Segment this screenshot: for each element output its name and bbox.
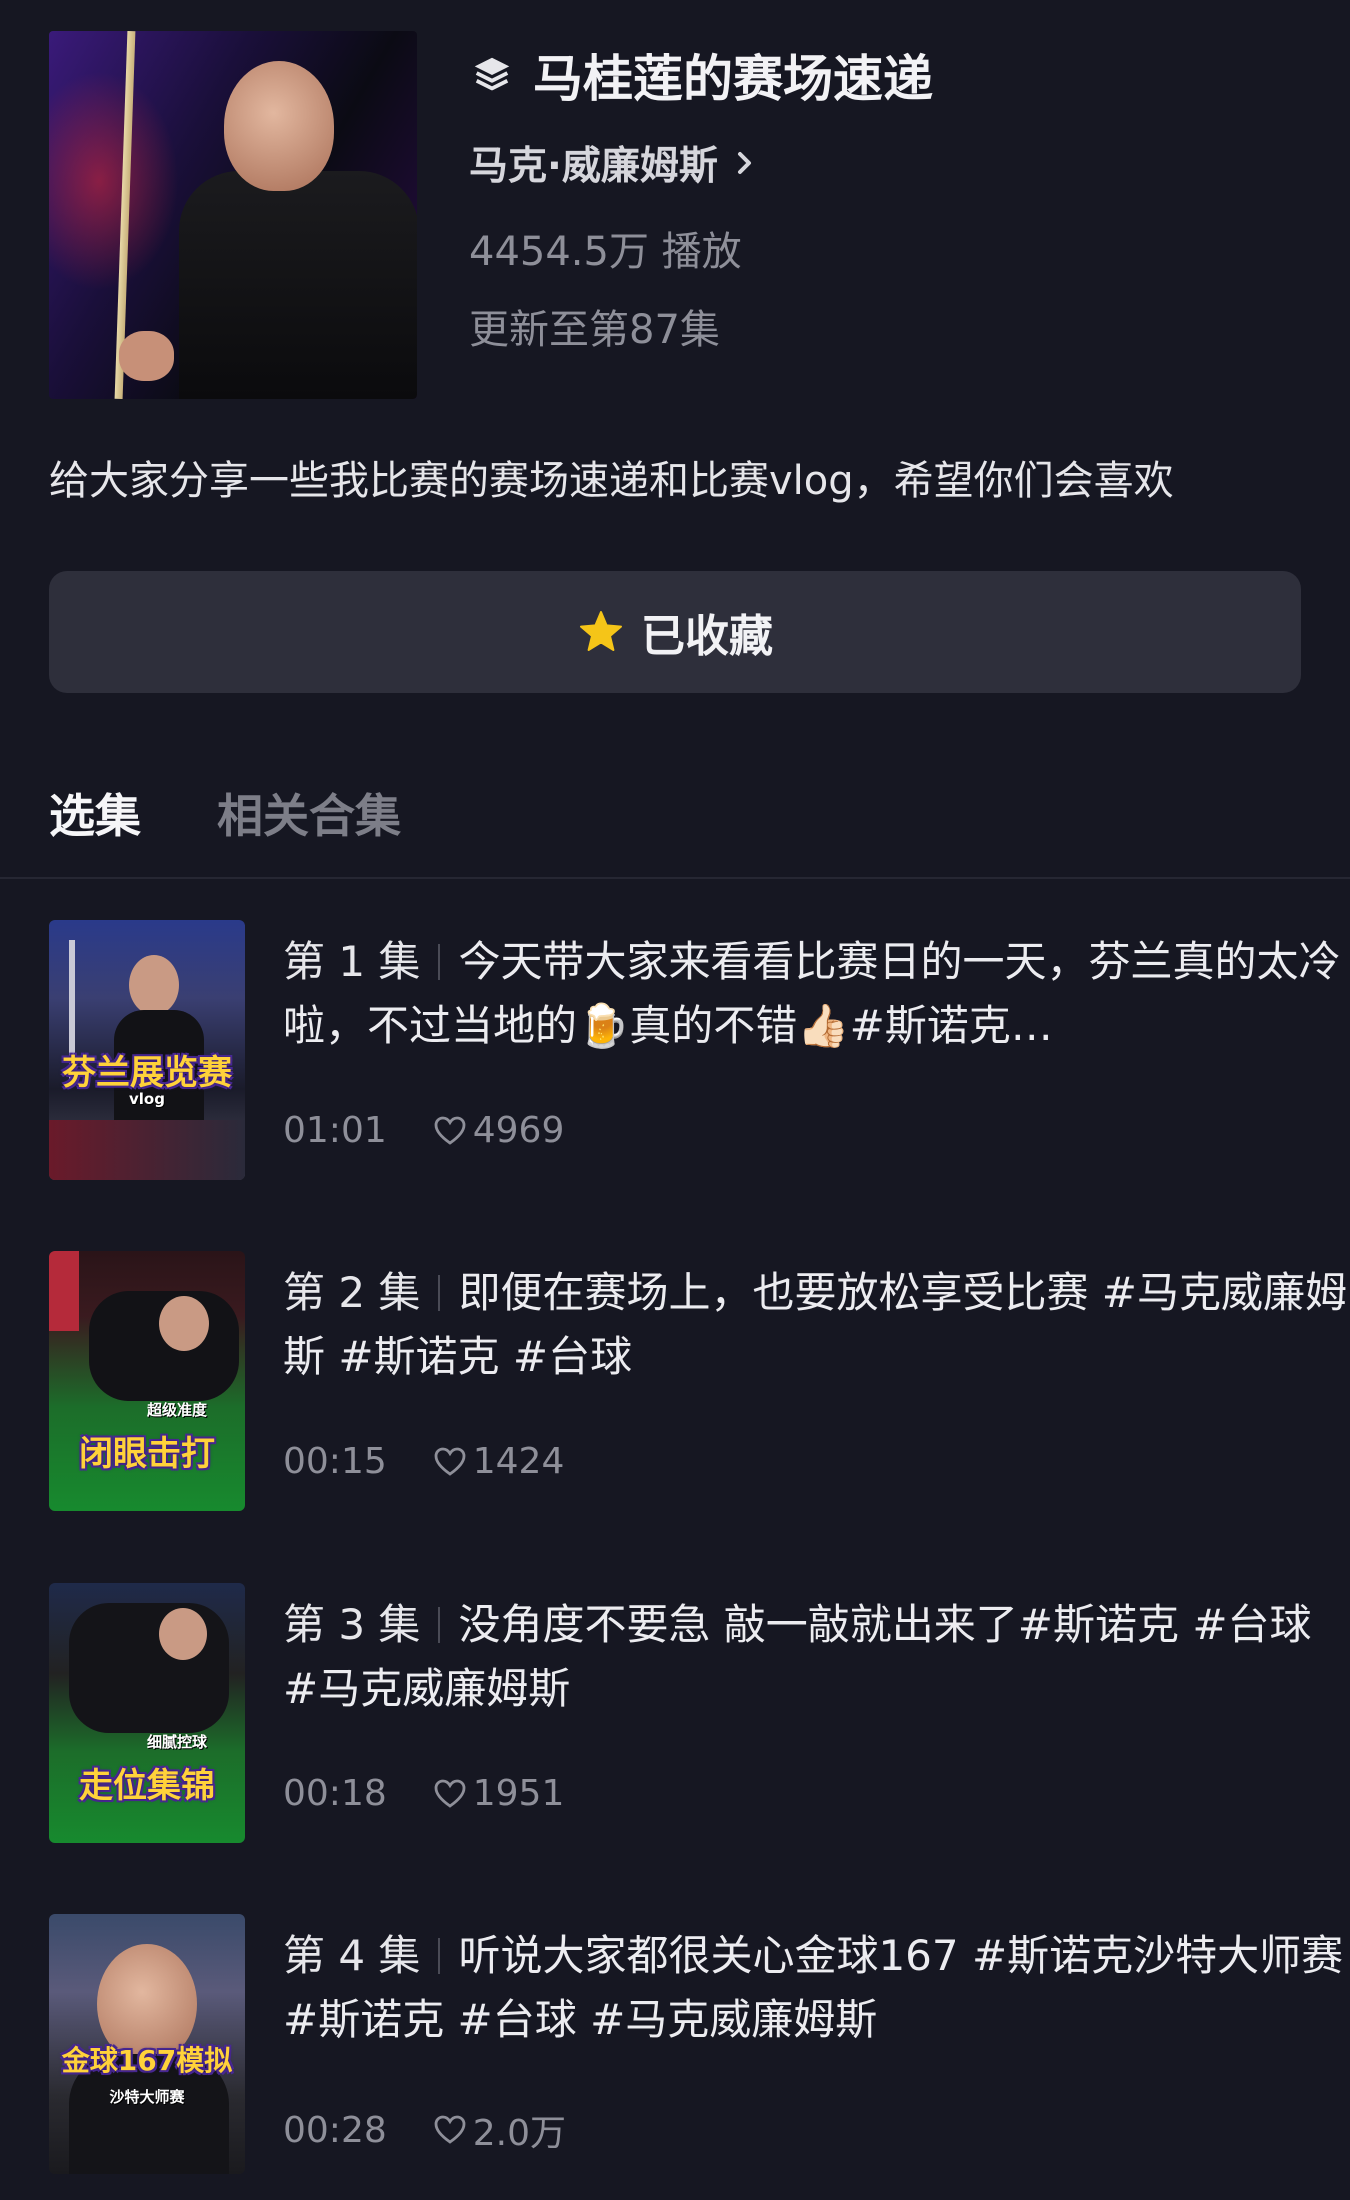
episode-duration: 00:18 — [283, 1773, 387, 1814]
separator — [438, 1275, 441, 1311]
episode-description: 听说大家都很关心金球167 #斯诺克沙特大师赛 #斯诺克 #台球 #马克威廉姆斯 — [283, 1931, 1344, 2044]
heart-icon — [434, 2115, 466, 2144]
episode-description: 没角度不要急 敲一敲就出来了#斯诺克 #台球 #马克威廉姆斯 — [283, 1600, 1312, 1713]
episode-likes: 1951 — [433, 1773, 565, 1814]
episode-thumbnail[interactable]: 芬兰展览赛 vlog — [49, 920, 245, 1180]
chevron-right-icon — [737, 152, 751, 174]
series-title-row: 马桂莲的赛场速递 — [469, 39, 933, 111]
episode-title: 第 3 集没角度不要急 敲一敲就出来了#斯诺克 #台球 #马克威廉姆斯 — [283, 1593, 1350, 1721]
tab-related-collections[interactable]: 相关合集 — [217, 780, 401, 850]
episode-duration: 00:28 — [283, 2109, 387, 2151]
episode-duration: 01:01 — [283, 1110, 387, 1151]
episode-item[interactable]: 闭眼击打 超级准度 第 2 集即便在赛场上，也要放松享受比赛 #马克威廉姆斯 #… — [49, 1251, 1347, 1511]
heart-icon — [434, 1779, 466, 1808]
author-name: 马克·威廉姆斯 — [469, 144, 718, 189]
episode-meta: 00:15 1424 — [283, 1441, 564, 1482]
favorite-button-label: 已收藏 — [641, 611, 773, 662]
thumbnail-caption: 金球167模拟 — [61, 2044, 233, 2077]
tab-episodes[interactable]: 选集 — [49, 780, 141, 850]
episode-duration: 00:15 — [283, 1441, 387, 1482]
episode-thumbnail[interactable]: 闭眼击打 超级准度 — [49, 1251, 245, 1511]
episode-likes: 2.0万 — [433, 2104, 566, 2156]
episode-likes: 1424 — [433, 1441, 565, 1482]
series-header: 马桂莲的赛场速递 马克·威廉姆斯 4454.5万 播放 更新至第87集 — [49, 31, 1301, 401]
episode-meta: 00:28 2.0万 — [283, 2104, 566, 2156]
play-count: 4454.5万 播放 — [469, 229, 742, 275]
likes-count: 1951 — [472, 1773, 565, 1814]
divider — [0, 877, 1350, 879]
episode-item[interactable]: 走位集锦 细腻控球 第 3 集没角度不要急 敲一敲就出来了#斯诺克 #台球 #马… — [49, 1583, 1312, 1843]
thumbnail-subcaption: 超级准度 — [146, 1401, 207, 1419]
likes-count: 4969 — [472, 1110, 565, 1151]
heart-icon — [434, 1116, 466, 1145]
episode-description: 今天带大家来看看比赛日的一天，芬兰真的太冷啦，不过当地的🍺真的不错👍🏻#斯诺克… — [283, 937, 1341, 1050]
author-link[interactable]: 马克·威廉姆斯 — [469, 135, 756, 191]
thumbnail-caption: 闭眼击打 — [79, 1434, 215, 1474]
series-cover-image[interactable] — [49, 31, 417, 399]
layers-icon — [474, 57, 510, 91]
episode-item[interactable]: 芬兰展览赛 vlog 第 1 集今天带大家来看看比赛日的一天，芬兰真的太冷啦，不… — [49, 920, 1340, 1180]
episode-thumbnail[interactable]: 金球167模拟 沙特大师赛 — [49, 1914, 245, 2174]
separator — [438, 1607, 441, 1643]
episode-number: 第 2 集 — [283, 1268, 421, 1317]
series-title: 马桂莲的赛场速递 — [533, 50, 933, 108]
episode-title: 第 4 集听说大家都很关心金球167 #斯诺克沙特大师赛 #斯诺克 #台球 #马… — [283, 1924, 1350, 2052]
episode-number: 第 3 集 — [283, 1600, 421, 1649]
thumbnail-subcaption: 沙特大师赛 — [109, 2088, 185, 2106]
update-status: 更新至第87集 — [469, 307, 720, 353]
thumbnail-caption: 走位集锦 — [79, 1766, 215, 1806]
episode-title: 第 1 集今天带大家来看看比赛日的一天，芬兰真的太冷啦，不过当地的🍺真的不错👍🏻… — [283, 930, 1350, 1058]
episode-meta: 00:18 1951 — [283, 1773, 564, 1814]
episode-thumbnail[interactable]: 走位集锦 细腻控球 — [49, 1583, 245, 1843]
separator — [438, 944, 441, 980]
episode-description: 即便在赛场上，也要放松享受比赛 #马克威廉姆斯 #斯诺克 #台球 — [283, 1268, 1347, 1381]
episode-meta: 01:01 4969 — [283, 1110, 564, 1151]
thumbnail-subcaption: vlog — [129, 1090, 165, 1108]
thumbnail-caption: 芬兰展览赛 — [62, 1053, 232, 1093]
episode-number: 第 1 集 — [283, 937, 421, 986]
heart-icon — [434, 1447, 466, 1476]
favorite-button[interactable]: 已收藏 — [49, 571, 1301, 693]
separator — [438, 1938, 441, 1974]
likes-count: 2.0万 — [472, 2113, 567, 2154]
episode-likes: 4969 — [433, 1110, 565, 1151]
tab-bar: 选集 相关合集 — [49, 780, 401, 850]
episode-title: 第 2 集即便在赛场上，也要放松享受比赛 #马克威廉姆斯 #斯诺克 #台球 — [283, 1261, 1350, 1389]
series-description: 给大家分享一些我比赛的赛场速递和比赛vlog，希望你们会喜欢 — [49, 458, 1174, 504]
episode-number: 第 4 集 — [283, 1931, 421, 1980]
star-icon — [580, 611, 622, 651]
likes-count: 1424 — [472, 1441, 565, 1482]
thumbnail-subcaption: 细腻控球 — [146, 1733, 207, 1751]
episode-item[interactable]: 金球167模拟 沙特大师赛 第 4 集听说大家都很关心金球167 #斯诺克沙特大… — [49, 1914, 1343, 2174]
